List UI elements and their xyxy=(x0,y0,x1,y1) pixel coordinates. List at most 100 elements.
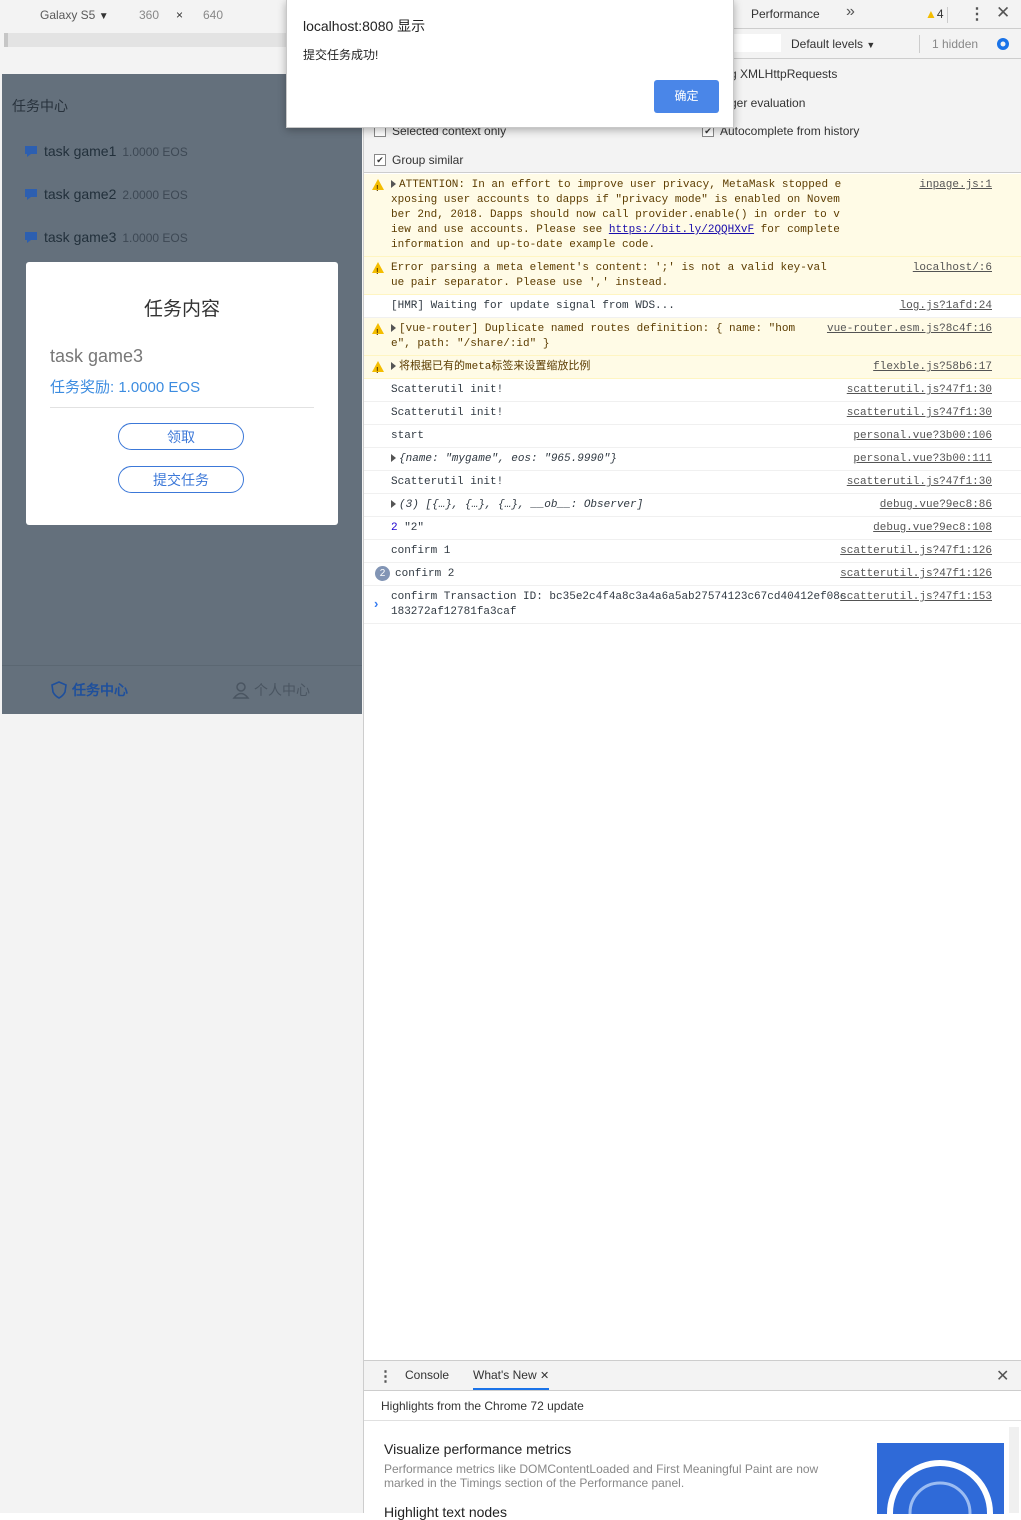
log-xhr-setting[interactable]: g XMLHttpRequests xyxy=(730,67,837,81)
alert-dialog: localhost:8080 显示 提交任务成功! 确定 xyxy=(286,0,734,128)
device-emulation-pane: Galaxy S5 ▼ 360 × 640 任务中心 task game1 1.0… xyxy=(0,0,363,1513)
source-link[interactable]: vue-router.esm.js?8c4f:16 xyxy=(827,322,992,337)
eager-eval-setting[interactable]: ger evaluation xyxy=(730,96,805,110)
console-message[interactable]: Scatterutil init! scatterutil.js?47f1:30 xyxy=(364,402,1021,425)
bottom-tabbar: 任务中心 个人中心 xyxy=(2,665,362,714)
kebab-menu-icon[interactable]: ⋮ xyxy=(969,4,985,24)
more-tabs-icon[interactable]: » xyxy=(846,3,855,21)
console-messages: ! ATTENTION: In an effort to improve use… xyxy=(364,174,1021,624)
tab-whats-new[interactable]: What's New ✕ xyxy=(473,1368,550,1390)
task-item[interactable]: task game1 1.0000 EOS xyxy=(24,143,188,163)
source-link[interactable]: scatterutil.js?47f1:30 xyxy=(847,383,992,398)
whats-new-header: Highlights from the Chrome 72 update xyxy=(364,1391,1021,1421)
ok-button[interactable]: 确定 xyxy=(654,80,719,113)
whats-new-item-title[interactable]: Visualize performance metrics xyxy=(384,1441,571,1457)
source-link[interactable]: scatterutil.js?47f1:30 xyxy=(847,475,992,490)
tab-console[interactable]: Console xyxy=(405,1368,449,1382)
console-message-warning[interactable]: ! ATTENTION: In an effort to improve use… xyxy=(364,174,1021,257)
close-tab-icon[interactable]: ✕ xyxy=(540,1370,549,1382)
expand-triangle-icon[interactable] xyxy=(391,324,396,333)
console-message[interactable]: [HMR] Waiting for update signal from WDS… xyxy=(364,295,1021,318)
shield-icon xyxy=(51,681,67,699)
checkbox-checked[interactable]: ✔ xyxy=(374,154,386,166)
repeat-count-badge: 2 xyxy=(375,566,390,581)
page-title: 任务中心 xyxy=(12,98,68,114)
devtools-panel: Performance » ▲4 ⋮ ✕ Default levels ▼ 1 … xyxy=(363,0,1021,1520)
whats-new-next-title[interactable]: Highlight text nodes xyxy=(384,1504,507,1520)
device-select[interactable]: Galaxy S5 ▼ xyxy=(40,8,109,22)
warning-icon: ! xyxy=(372,262,384,276)
drawer-tabbar: ⋮ Console What's New ✕ ✕ xyxy=(364,1361,1021,1391)
media-query-ruler[interactable] xyxy=(4,33,286,47)
device-height-input[interactable]: 640 xyxy=(203,8,223,22)
group-similar-setting[interactable]: ✔ Group similar xyxy=(374,153,463,167)
gear-icon[interactable] xyxy=(995,36,1011,52)
source-link[interactable]: scatterutil.js?47f1:126 xyxy=(840,544,992,559)
console-message-repeated[interactable]: 2 confirm 2 scatterutil.js?47f1:126 xyxy=(364,563,1021,586)
console-message[interactable]: confirm 1 scatterutil.js?47f1:126 xyxy=(364,540,1021,563)
console-message-object[interactable]: {name: "mygame", eos: "965.9990"} person… xyxy=(364,448,1021,471)
expand-triangle-icon[interactable] xyxy=(391,362,396,371)
console-link[interactable]: https://bit.ly/2QQHXvF xyxy=(609,224,754,236)
source-link[interactable]: localhost/:6 xyxy=(913,261,992,276)
divider xyxy=(50,407,314,408)
claim-button[interactable]: 领取 xyxy=(118,423,244,450)
tab-personal-center[interactable]: 个人中心 xyxy=(232,680,310,700)
console-message[interactable]: Scatterutil init! scatterutil.js?47f1:30 xyxy=(364,379,1021,402)
separator xyxy=(919,35,920,53)
warning-icon: ▲ xyxy=(925,7,937,21)
chat-icon xyxy=(25,189,37,200)
task-item[interactable]: task game2 2.0000 EOS xyxy=(24,186,188,206)
devtools-drawer: ⋮ Console What's New ✕ ✕ Highlights from… xyxy=(364,1360,1021,1520)
task-item[interactable]: task game3 1.0000 EOS xyxy=(24,229,188,249)
source-link[interactable]: log.js?1afd:24 xyxy=(900,299,992,314)
console-message-warning[interactable]: ! [vue-router] Duplicate named routes de… xyxy=(364,318,1021,356)
alert-message: 提交任务成功! xyxy=(303,48,379,62)
console-message-warning[interactable]: ! Error parsing a meta element's content… xyxy=(364,257,1021,295)
source-link[interactable]: flexble.js?58b6:17 xyxy=(873,360,992,375)
expand-triangle-icon[interactable] xyxy=(391,454,396,463)
expand-triangle-icon[interactable] xyxy=(391,180,396,189)
source-link[interactable]: scatterutil.js?47f1:30 xyxy=(847,406,992,421)
console-message[interactable]: start personal.vue?3b00:106 xyxy=(364,425,1021,448)
modal-task-name: task game3 xyxy=(50,346,144,366)
source-link[interactable]: personal.vue?3b00:106 xyxy=(853,429,992,444)
levels-dropdown[interactable]: Default levels ▼ xyxy=(791,37,875,51)
warning-icon: ! xyxy=(372,361,384,375)
source-link[interactable]: scatterutil.js?47f1:153 xyxy=(840,590,992,605)
submit-task-button[interactable]: 提交任务 xyxy=(118,466,244,493)
modal-reward: 任务奖励: 1.0000 EOS xyxy=(50,379,201,396)
source-link[interactable]: scatterutil.js?47f1:126 xyxy=(840,567,992,582)
source-link[interactable]: debug.vue?9ec8:86 xyxy=(880,498,992,513)
expand-triangle-icon[interactable] xyxy=(391,500,396,509)
modal-title: 任务内容 xyxy=(143,299,220,320)
chat-icon xyxy=(25,146,37,157)
warning-icon: ! xyxy=(372,179,384,193)
tab-performance[interactable]: Performance xyxy=(751,7,820,21)
hidden-count: 1 hidden xyxy=(932,37,979,51)
source-link[interactable]: inpage.js:1 xyxy=(919,178,992,193)
source-link[interactable]: debug.vue?9ec8:108 xyxy=(873,521,992,536)
scrollbar[interactable] xyxy=(1009,1427,1019,1513)
device-width-input[interactable]: 360 xyxy=(139,8,159,22)
close-drawer-icon[interactable]: ✕ xyxy=(996,1366,1009,1386)
console-message-warning[interactable]: ! 将根据已有的meta标签来设置缩放比例 flexble.js?58b6:17 xyxy=(364,356,1021,379)
console-message-object[interactable]: (3) [{…}, {…}, {…}, __ob__: Observer] de… xyxy=(364,494,1021,517)
tab-task-center[interactable]: 任务中心 xyxy=(50,680,128,700)
task-detail-modal: 任务内容 task game3 任务奖励: 1.0000 EOS 领取 提交任务 xyxy=(26,262,338,525)
whats-new-subtitle: Highlights from the Chrome 72 update xyxy=(381,1399,584,1413)
console-prompt[interactable]: › xyxy=(374,596,378,611)
whats-new-item-desc: Performance metrics like DOMContentLoade… xyxy=(384,1462,819,1490)
chat-icon xyxy=(25,232,37,243)
console-message[interactable]: Scatterutil init! scatterutil.js?47f1:30 xyxy=(364,471,1021,494)
close-icon[interactable]: ✕ xyxy=(996,3,1010,23)
console-message[interactable]: 2 "2" debug.vue?9ec8:108 xyxy=(364,517,1021,540)
caret-down-icon: ▼ xyxy=(98,11,109,22)
drawer-menu-icon[interactable]: ⋮ xyxy=(378,1367,393,1385)
console-message[interactable]: confirm Transaction ID: bc35e2c4f4a8c3a4… xyxy=(364,586,1021,624)
source-link[interactable]: personal.vue?3b00:111 xyxy=(853,452,992,467)
warnings-counter[interactable]: ▲4 xyxy=(925,7,944,21)
dimension-times: × xyxy=(176,8,184,22)
filter-input[interactable] xyxy=(734,34,781,52)
whats-new-illustration xyxy=(877,1443,1004,1514)
